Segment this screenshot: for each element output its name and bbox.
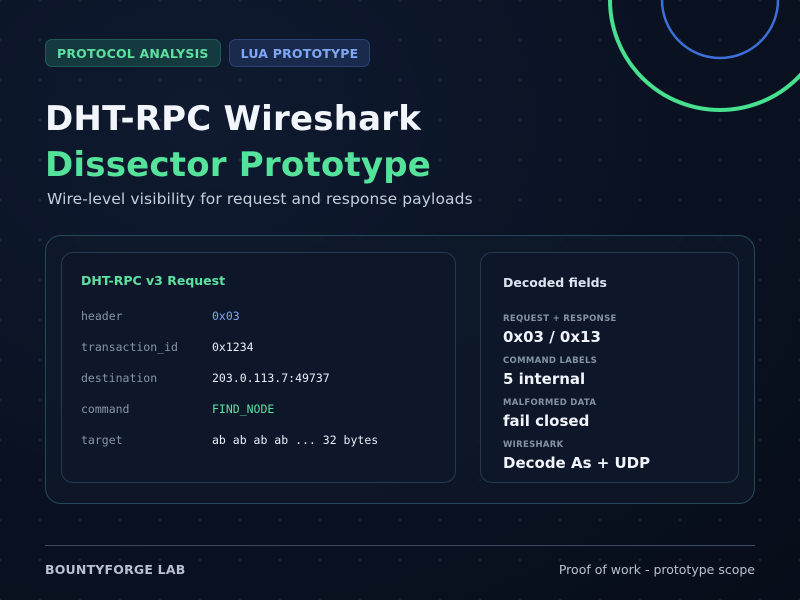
field-label-request-response: REQUEST + RESPONSE <box>503 314 617 324</box>
title-line-1: DHT-RPC Wireshark <box>45 99 422 139</box>
row-key: transaction_id <box>81 340 178 354</box>
row-value: 0x03 <box>212 309 240 323</box>
field-label-malformed-data: MALFORMED DATA <box>503 398 597 408</box>
field-value-wireshark: Decode As + UDP <box>503 454 651 472</box>
tag-lua-prototype: LUA PROTOTYPE <box>228 39 371 67</box>
field-value-malformed-data: fail closed <box>503 412 590 430</box>
request-panel: DHT-RPC v3 Request header 0x03 transacti… <box>61 252 456 483</box>
request-panel-title: DHT-RPC v3 Request <box>81 273 226 288</box>
row-key: destination <box>81 371 158 385</box>
row-key: target <box>81 433 123 447</box>
decoded-panel-title: Decoded fields <box>503 275 607 290</box>
field-value-request-response: 0x03 / 0x13 <box>503 328 601 346</box>
row-value: ab ab ab ab ... 32 bytes <box>212 433 379 447</box>
subtitle: Wire-level visibility for request and re… <box>47 190 473 208</box>
row-value: FIND_NODE <box>212 402 275 416</box>
inner-blue-ring <box>660 0 780 60</box>
tag-protocol-analysis: PROTOCOL ANALYSIS <box>45 39 221 67</box>
tag-row: PROTOCOL ANALYSIS LUA PROTOTYPE <box>45 39 371 67</box>
field-value-command-labels: 5 internal <box>503 370 586 388</box>
row-key: header <box>81 309 123 323</box>
footer-scope-note: Proof of work - prototype scope <box>558 562 755 577</box>
row-value: 0x1234 <box>212 340 254 354</box>
field-label-wireshark: WIRESHARK <box>503 440 564 450</box>
field-label-command-labels: COMMAND LABELS <box>503 356 598 366</box>
row-value: 203.0.113.7:49737 <box>212 371 330 385</box>
page-title: DHT-RPC Wireshark Dissector Prototype <box>45 96 431 188</box>
title-line-2: Dissector Prototype <box>45 145 432 185</box>
footer-divider <box>45 545 755 546</box>
row-key: command <box>81 402 130 416</box>
decoded-fields-panel: Decoded fields REQUEST + RESPONSE 0x03 /… <box>480 252 739 483</box>
footer-brand: BOUNTYFORGE LAB <box>45 562 186 577</box>
